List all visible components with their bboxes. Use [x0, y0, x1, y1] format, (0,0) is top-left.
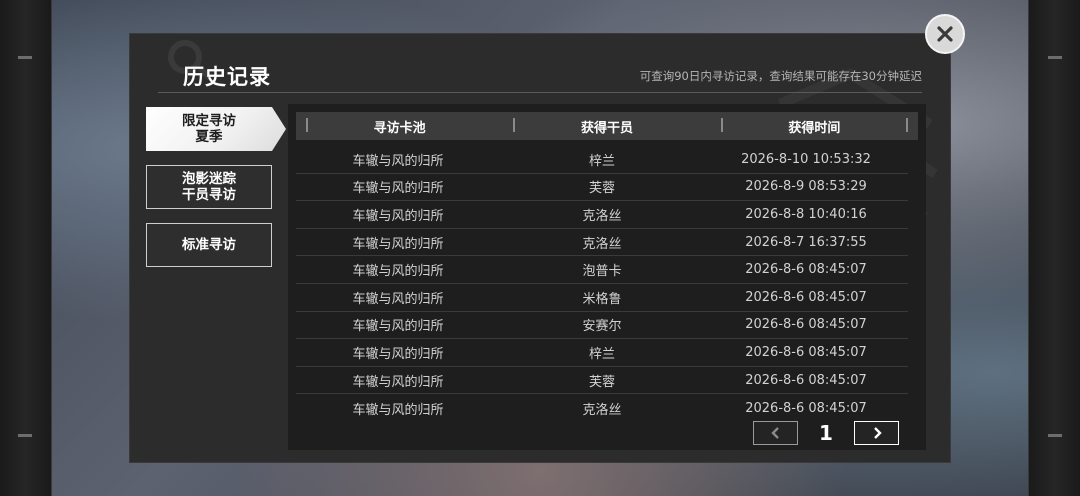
right-frame-bar [1028, 0, 1080, 496]
table-row: 车辙与风的归所 米格鲁 2026-8-6 08:45:07 [296, 284, 908, 312]
cell-pool: 车辙与风的归所 [352, 374, 444, 390]
cell-time: 2026-8-6 08:45:07 [745, 317, 867, 333]
tab-standard-recruit[interactable]: 标准寻访 [146, 223, 272, 267]
frame-tick [1048, 434, 1062, 437]
table-row: 车辙与风的归所 梓兰 2026-8-10 10:53:32 [296, 146, 908, 174]
cell-operator: 克洛丝 [582, 208, 622, 224]
cell-time: 2026-8-6 08:45:07 [745, 289, 867, 305]
chevron-right-icon [873, 427, 882, 439]
next-page-button[interactable] [854, 421, 899, 445]
table-row: 车辙与风的归所 芙蓉 2026-8-9 08:53:29 [296, 174, 908, 202]
cell-pool: 车辙与风的归所 [352, 319, 444, 335]
page-title: 历史记录 [183, 65, 271, 89]
left-frame-bar [0, 0, 52, 496]
table-row: 车辙与风的归所 泡普卡 2026-8-6 08:45:07 [296, 256, 908, 284]
cell-operator: 芙蓉 [588, 181, 615, 197]
column-header-time: 获得时间 [711, 117, 918, 136]
cell-operator: 泡普卡 [582, 264, 622, 280]
chevron-left-icon [770, 427, 779, 439]
cell-time: 2026-8-7 16:37:55 [745, 234, 867, 250]
frame-tick [18, 56, 32, 59]
tab-label: 限定寻访 夏季 [182, 113, 236, 145]
cell-operator: 梓兰 [588, 346, 615, 362]
cell-operator: 芙蓉 [588, 374, 615, 390]
table-row: 车辙与风的归所 克洛丝 2026-8-6 08:45:07 [296, 394, 908, 422]
cell-pool: 车辙与风的归所 [352, 153, 444, 169]
frame-tick [18, 434, 32, 437]
history-table: 寻访卡池 获得干员 获得时间 车辙与风的归所 梓兰 2026-8-10 10:5… [288, 104, 926, 450]
cell-time: 2026-8-8 10:40:16 [745, 206, 867, 222]
cell-operator: 梓兰 [588, 153, 615, 169]
tab-label: 泡影迷踪 干员寻访 [182, 171, 236, 203]
cell-operator: 安赛尔 [582, 319, 622, 335]
cell-operator: 米格鲁 [582, 291, 622, 307]
tab-limited-summer[interactable]: 限定寻访 夏季 [146, 107, 286, 151]
tab-label: 标准寻访 [182, 237, 236, 253]
frame-tick [1048, 56, 1062, 59]
cell-time: 2026-8-6 08:45:07 [745, 400, 867, 416]
tab-bubble-recruit[interactable]: 泡影迷踪 干员寻访 [146, 165, 272, 209]
query-notice: 可查询90日内寻访记录，查询结果可能存在30分钟延迟 [639, 69, 922, 83]
cell-pool: 车辙与风的归所 [352, 208, 444, 224]
cell-time: 2026-8-6 08:45:07 [745, 344, 867, 360]
cell-pool: 车辙与风的归所 [352, 402, 444, 418]
pagination: 1 [753, 420, 899, 446]
cell-time: 2026-8-6 08:45:07 [745, 262, 867, 278]
table-row: 车辙与风的归所 克洛丝 2026-8-7 16:37:55 [296, 229, 908, 257]
table-row: 车辙与风的归所 芙蓉 2026-8-6 08:45:07 [296, 367, 908, 395]
cell-time: 2026-8-9 08:53:29 [745, 179, 867, 195]
table-body: 车辙与风的归所 梓兰 2026-8-10 10:53:32 车辙与风的归所 芙蓉… [296, 146, 908, 422]
cell-pool: 车辙与风的归所 [352, 181, 444, 197]
close-icon [937, 26, 953, 42]
cell-pool: 车辙与风的归所 [352, 291, 444, 307]
history-dialog: 历史记录 可查询90日内寻访记录，查询结果可能存在30分钟延迟 限定寻访 夏季 … [129, 33, 951, 463]
table-row: 车辙与风的归所 克洛丝 2026-8-8 10:40:16 [296, 201, 908, 229]
cell-pool: 车辙与风的归所 [352, 236, 444, 252]
cell-time: 2026-8-6 08:45:07 [745, 372, 867, 388]
table-row: 车辙与风的归所 安赛尔 2026-8-6 08:45:07 [296, 312, 908, 340]
cell-pool: 车辙与风的归所 [352, 346, 444, 362]
column-header-operator: 获得干员 [503, 117, 710, 136]
current-page-number: 1 [819, 421, 833, 445]
table-header: 寻访卡池 获得干员 获得时间 [296, 112, 918, 140]
table-row: 车辙与风的归所 梓兰 2026-8-6 08:45:07 [296, 339, 908, 367]
close-button[interactable] [925, 14, 965, 54]
prev-page-button[interactable] [753, 421, 798, 445]
cell-time: 2026-8-10 10:53:32 [741, 151, 871, 167]
title-divider [158, 92, 922, 93]
cell-operator: 克洛丝 [582, 402, 622, 418]
cell-operator: 克洛丝 [582, 236, 622, 252]
cell-pool: 车辙与风的归所 [352, 264, 444, 280]
column-header-pool: 寻访卡池 [296, 117, 503, 136]
